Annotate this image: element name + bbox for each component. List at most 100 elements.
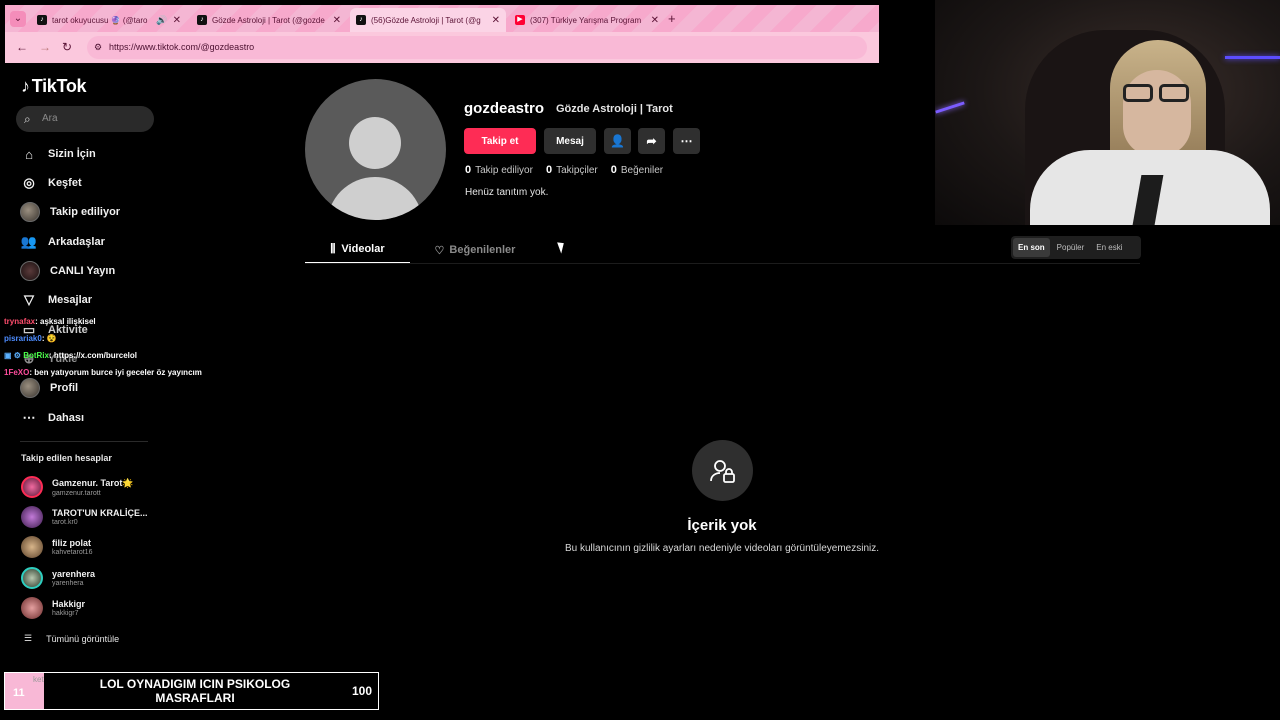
browser-tab-3-active[interactable]: ♪ (56)Gözde Astroloji | Tarot (@g ✕ xyxy=(350,8,506,32)
sidebar-divider xyxy=(20,441,148,442)
avatar xyxy=(21,476,43,498)
heart-lock-icon: ♡ xyxy=(434,244,445,257)
profile-avatar xyxy=(305,79,446,220)
glasses xyxy=(1123,84,1191,102)
tiktok-logo[interactable]: ♪ TikTok xyxy=(21,76,87,97)
sort-latest[interactable]: En son xyxy=(1013,238,1050,257)
nav-friends[interactable]: 👥 Arkadaşlar xyxy=(20,232,105,252)
nav-live[interactable]: CANLI Yayın xyxy=(20,261,115,281)
url-input[interactable]: ⚙ https://www.tiktok.com/@gozdeastro xyxy=(87,36,867,59)
tab-search-button[interactable]: ⌄ xyxy=(10,11,26,27)
tiktok-favicon-icon: ♪ xyxy=(197,15,207,25)
address-bar-row: ← → ↻ ⚙ https://www.tiktok.com/@gozdeast… xyxy=(5,32,879,63)
share-icon: ➦ xyxy=(646,134,657,148)
message-button[interactable]: Mesaj xyxy=(544,128,596,154)
chat-message: ▣ ⚙ BotRix: https://x.com/burcelol xyxy=(4,351,137,360)
more-icon: ⋯ xyxy=(680,134,693,148)
avatar xyxy=(21,597,43,619)
see-all-following-button[interactable]: ☰ Tümünü görüntüle xyxy=(24,633,119,644)
empty-state-title: İçerik yok xyxy=(687,517,757,534)
tabs-divider xyxy=(305,263,1140,264)
add-user-icon: 👤 xyxy=(610,134,625,148)
chat-message: pisrariak0: 😵 xyxy=(4,334,57,343)
more-icon: ⋯ xyxy=(22,410,36,425)
sort-toggle: En son Popüler En eski xyxy=(1011,236,1141,259)
site-settings-icon[interactable]: ⚙ xyxy=(94,36,102,59)
friends-icon: 👥 xyxy=(20,234,38,249)
tab-liked[interactable]: ♡ Beğenilenler xyxy=(420,236,530,264)
chat-message: trynafax: aşksal ilişkisel xyxy=(4,317,96,326)
chat-message: 1FeXO: ben yatıyorum burce iyi geceler ö… xyxy=(4,368,202,377)
nav-more[interactable]: ⋯ Dahası xyxy=(20,408,85,428)
sort-oldest[interactable]: En eski xyxy=(1091,238,1127,257)
tab-videos[interactable]: ⫼ Videolar xyxy=(305,236,410,264)
new-tab-button[interactable]: + xyxy=(668,11,676,26)
live-icon xyxy=(20,261,40,281)
browser-tab-1[interactable]: ♪ tarot okuyucusu 🔮 (@taro 🔊 ✕ xyxy=(31,8,187,32)
browser-tab-4[interactable]: ▶ (307) Türkiye Yarışma Program ✕ xyxy=(509,8,665,32)
mouse-cursor xyxy=(557,240,567,254)
webcam-overlay xyxy=(935,0,1280,225)
tab-bar: ⌄ ♪ tarot okuyucusu 🔮 (@taro 🔊 ✕ ♪ Gözde… xyxy=(5,5,879,32)
profile-bio: Henüz tanıtım yok. xyxy=(465,187,549,198)
avatar xyxy=(21,536,43,558)
nav-profile[interactable]: Profil xyxy=(20,378,78,398)
close-tab-icon[interactable]: ✕ xyxy=(651,15,659,26)
following-account[interactable]: filiz polat kahvetarot16 xyxy=(21,536,92,558)
youtube-favicon-icon: ▶ xyxy=(515,15,525,25)
streamer-face xyxy=(1123,70,1191,156)
nav-following[interactable]: Takip ediliyor xyxy=(20,202,120,222)
avatar xyxy=(21,567,43,589)
follow-button[interactable]: Takip et xyxy=(464,128,536,154)
goal-title: LOL OYNADIGIM ICIN PSIKOLOG MASRAFLARI xyxy=(99,677,291,705)
share-button[interactable]: ➦ xyxy=(638,128,665,154)
empty-state-subtitle: Bu kullanıcının gizlilik ayarları nedeni… xyxy=(564,543,880,554)
following-account[interactable]: yarenhera yarenhera xyxy=(21,567,95,589)
browser-chrome: ⌄ ♪ tarot okuyucusu 🔮 (@taro 🔊 ✕ ♪ Gözde… xyxy=(5,5,879,63)
close-tab-icon[interactable]: ✕ xyxy=(492,15,500,26)
close-tab-icon[interactable]: ✕ xyxy=(333,15,341,26)
speaker-icon[interactable]: 🔊 xyxy=(156,15,167,26)
suggested-accounts-button[interactable]: 👤 xyxy=(604,128,631,154)
browser-tab-2[interactable]: ♪ Gözde Astroloji | Tarot (@gozde ✕ xyxy=(191,8,347,32)
home-icon: ⌂ xyxy=(25,146,33,162)
avatar-placeholder-body xyxy=(327,177,423,220)
tiktok-favicon-icon: ♪ xyxy=(37,15,47,25)
tiktok-note-icon: ♪ xyxy=(21,76,30,96)
bot-badge-icon: ▣ ⚙ xyxy=(4,351,24,360)
stat-following[interactable]: 0 Takip ediliyor xyxy=(465,164,533,176)
nav-for-you[interactable]: ⌂ Sizin İçin xyxy=(20,144,96,164)
list-icon: ☰ xyxy=(24,633,33,643)
neon-light xyxy=(935,101,965,114)
stream-goal-bar: 11 ket LOL OYNADIGIM ICIN PSIKOLOG MASRA… xyxy=(4,672,379,710)
close-tab-icon[interactable]: ✕ xyxy=(173,15,181,26)
profile-stats: 0 Takip ediliyor 0 Takipçiler 0 Beğeniler xyxy=(465,164,663,176)
goal-target: 100 xyxy=(351,684,372,698)
nav-explore[interactable]: ◎ Keşfet xyxy=(20,173,81,193)
search-icon: ⌕ xyxy=(24,112,31,126)
reload-icon[interactable]: ↻ xyxy=(62,40,72,54)
avatar xyxy=(21,506,43,528)
forward-arrow-icon[interactable]: → xyxy=(39,40,51,54)
avatar xyxy=(20,202,40,222)
following-accounts-title: Takip edilen hesaplar xyxy=(21,453,112,463)
following-account[interactable]: Gamzenur. Tarot🌟 gamzenur.tarott xyxy=(21,476,134,498)
back-arrow-icon[interactable]: ← xyxy=(16,40,28,54)
paper-plane-icon: ▽ xyxy=(24,292,34,307)
sort-popular[interactable]: Popüler xyxy=(1052,238,1090,257)
search-input[interactable]: ⌕ Ara xyxy=(16,106,154,132)
nav-messages[interactable]: ▽ Mesajlar xyxy=(20,290,92,310)
stat-likes: 0 Beğeniler xyxy=(610,164,664,176)
profile-username: gozdeastro xyxy=(464,100,545,117)
compass-icon: ◎ xyxy=(23,175,35,190)
tiktok-favicon-icon: ♪ xyxy=(356,15,366,25)
goal-label-fragment: ket xyxy=(33,675,44,684)
more-options-button[interactable]: ⋯ xyxy=(673,128,700,154)
profile-display-name: Gözde Astroloji | Tarot xyxy=(556,103,673,115)
grid-icon: ⫼ xyxy=(330,242,336,255)
private-account-icon xyxy=(692,440,753,501)
following-account[interactable]: TAROT'UN KRALİÇE... tarot.kr0 xyxy=(21,506,147,528)
following-account[interactable]: Hakkigr hakkigr7 xyxy=(21,597,85,619)
stat-followers[interactable]: 0 Takipçiler xyxy=(546,164,598,176)
neon-light xyxy=(1225,56,1280,59)
